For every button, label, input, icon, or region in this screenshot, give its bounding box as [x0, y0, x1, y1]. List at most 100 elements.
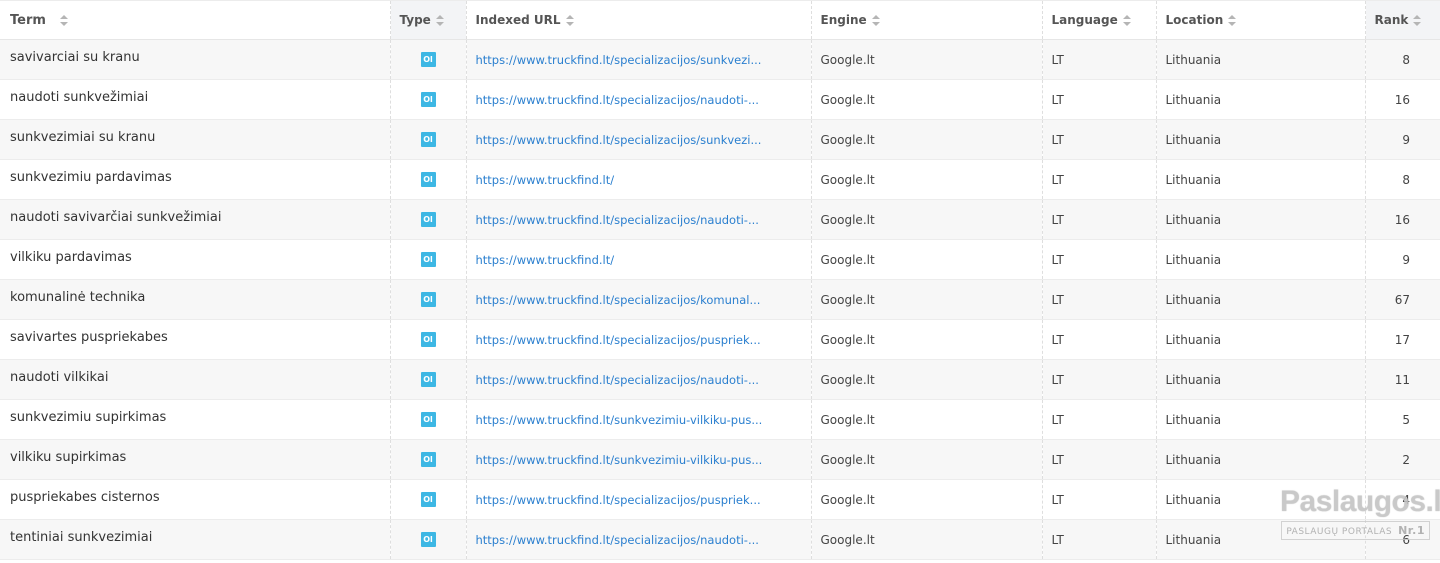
language-cell: LT	[1042, 279, 1157, 320]
engine-cell: Google.lt	[811, 119, 1043, 160]
sort-icon[interactable]	[435, 15, 444, 26]
table-row[interactable]: savivarciai su kranu Ol https://www.truckf…	[0, 39, 1440, 80]
sort-icon[interactable]	[59, 14, 68, 26]
indexed-url-link[interactable]: https://www.truckfind.lt/specializacijos…	[466, 39, 812, 80]
location-cell: Lithuania	[1156, 399, 1366, 440]
sort-icon[interactable]	[1228, 15, 1237, 26]
language-cell: LT	[1042, 39, 1157, 80]
table-row[interactable]: naudoti vilkikai Ol https://www.truckfind.…	[0, 359, 1440, 400]
table-header-row: Term Type Indexed URL Engine Language Lo…	[0, 0, 1440, 40]
table-row[interactable]: naudoti savivarčiai sunkvežimiai Ol https:…	[0, 199, 1440, 240]
language-cell: LT	[1042, 159, 1157, 200]
term-cell: vilkiku supirkimas	[0, 439, 391, 480]
indexed-url-link[interactable]: https://www.truckfind.lt/	[466, 239, 812, 280]
indexed-url-link[interactable]: https://www.truckfind.lt/sunkvezimiu-vil…	[466, 439, 812, 480]
term-cell: naudoti sunkvežimiai	[0, 79, 391, 120]
table-row[interactable]: komunalinė technika Ol https://www.truckfi…	[0, 279, 1440, 320]
type-cell: Ol	[390, 79, 467, 120]
indexed-url-link[interactable]: https://www.truckfind.lt/	[466, 159, 812, 200]
language-cell: LT	[1042, 79, 1157, 120]
rank-cell: 11	[1394, 372, 1410, 387]
type-cell: Ol	[390, 359, 467, 400]
type-cell: Ol	[390, 159, 467, 200]
term-cell: tentiniai sunkvezimiai	[0, 519, 391, 560]
language-cell: LT	[1042, 479, 1157, 520]
indexed-url-link[interactable]: https://www.truckfind.lt/specializacijos…	[466, 199, 812, 240]
type-cell: Ol	[390, 479, 467, 520]
location-cell: Lithuania	[1156, 119, 1366, 160]
type-cell: Ol	[390, 119, 467, 160]
engine-cell: Google.lt	[811, 319, 1043, 360]
term-cell: naudoti savivarčiai sunkvežimiai	[0, 199, 391, 240]
engine-cell: Google.lt	[811, 279, 1043, 320]
indexed-url-link[interactable]: https://www.truckfind.lt/specializacijos…	[466, 359, 812, 400]
indexed-url-link[interactable]: https://www.truckfind.lt/specializacijos…	[466, 479, 812, 520]
type-cell: Ol	[390, 239, 467, 280]
organic-listing-icon: Ol	[420, 332, 436, 347]
rank-cell: 16	[1394, 92, 1410, 107]
indexed-url-link[interactable]: https://www.truckfind.lt/sunkvezimiu-vil…	[466, 399, 812, 440]
table-row[interactable]: vilkiku supirkimas Ol https://www.truckfin…	[0, 439, 1440, 480]
term-cell: sunkvezimiai su kranu	[0, 119, 391, 160]
organic-listing-icon: Ol	[420, 212, 436, 227]
watermark-subtitle: PASLAUGŲ PORTALAS Nr.1	[1281, 521, 1430, 540]
column-header-rank-label: Rank	[1374, 13, 1409, 27]
rank-cell: 8	[1402, 52, 1410, 67]
sort-icon[interactable]	[1413, 15, 1422, 26]
column-header-term[interactable]: Term	[0, 0, 391, 40]
language-cell: LT	[1042, 439, 1157, 480]
language-cell: LT	[1042, 199, 1157, 240]
column-header-location[interactable]: Location	[1156, 0, 1366, 40]
language-cell: LT	[1042, 319, 1157, 360]
column-header-language[interactable]: Language	[1042, 0, 1157, 40]
location-cell: Lithuania	[1156, 79, 1366, 120]
rank-cell: 67	[1394, 292, 1410, 307]
column-header-engine-label: Engine	[820, 13, 867, 27]
indexed-url-link[interactable]: https://www.truckfind.lt/specializacijos…	[466, 119, 812, 160]
indexed-url-link[interactable]: https://www.truckfind.lt/specializacijos…	[466, 79, 812, 120]
location-cell: Lithuania	[1156, 239, 1366, 280]
column-header-language-label: Language	[1051, 13, 1118, 27]
table-row[interactable]: sunkvezimiu supirkimas Ol https://www.truc…	[0, 399, 1440, 440]
watermark-logo-text: Paslaugos.lt	[1280, 485, 1440, 518]
type-cell: Ol	[390, 39, 467, 80]
indexed-url-link[interactable]: https://www.truckfind.lt/specializacijos…	[466, 279, 812, 320]
engine-cell: Google.lt	[811, 439, 1043, 480]
engine-cell: Google.lt	[811, 519, 1043, 560]
type-cell: Ol	[390, 199, 467, 240]
organic-listing-icon: Ol	[420, 372, 436, 387]
column-header-url[interactable]: Indexed URL	[466, 0, 812, 40]
organic-listing-icon: Ol	[420, 292, 436, 307]
sort-icon[interactable]	[565, 15, 574, 26]
organic-listing-icon: Ol	[420, 252, 436, 267]
organic-listing-icon: Ol	[420, 452, 436, 467]
table-row[interactable]: savivartes puspriekabes Ol https://www.tru…	[0, 319, 1440, 360]
location-cell: Lithuania	[1156, 319, 1366, 360]
indexed-url-link[interactable]: https://www.truckfind.lt/specializacijos…	[466, 319, 812, 360]
organic-listing-icon: Ol	[420, 92, 436, 107]
engine-cell: Google.lt	[811, 79, 1043, 120]
term-cell: puspriekabes cisternos	[0, 479, 391, 520]
keyword-rankings-table: Term Type Indexed URL Engine Language Lo…	[0, 0, 1440, 560]
column-header-type[interactable]: Type	[390, 0, 467, 40]
table-row[interactable]: puspriekabes cisternos Ol https://www.truc…	[0, 479, 1440, 520]
location-cell: Lithuania	[1156, 159, 1366, 200]
column-header-engine[interactable]: Engine	[811, 0, 1043, 40]
rank-cell: 16	[1394, 212, 1410, 227]
table-row[interactable]: vilkiku pardavimas Ol https://www.truckfin…	[0, 239, 1440, 280]
rank-cell: 2	[1402, 452, 1410, 467]
sort-icon[interactable]	[871, 15, 880, 26]
term-cell: savivarciai su kranu	[0, 39, 391, 80]
type-cell: Ol	[390, 279, 467, 320]
table-row[interactable]: naudoti sunkvežimiai Ol https://www.truckf…	[0, 79, 1440, 120]
indexed-url-link[interactable]: https://www.truckfind.lt/specializacijos…	[466, 519, 812, 560]
language-cell: LT	[1042, 239, 1157, 280]
language-cell: LT	[1042, 399, 1157, 440]
column-header-rank[interactable]: Rank	[1365, 0, 1440, 40]
table-row[interactable]: sunkvezimiu pardavimas Ol https://www.truc…	[0, 159, 1440, 200]
table-row[interactable]: tentiniai sunkvezimiai Ol https://www.truc…	[0, 519, 1440, 560]
sort-icon[interactable]	[1122, 15, 1131, 26]
location-cell: Lithuania	[1156, 359, 1366, 400]
table-row[interactable]: sunkvezimiai su kranu Ol https://www.truck…	[0, 119, 1440, 160]
term-cell: vilkiku pardavimas	[0, 239, 391, 280]
